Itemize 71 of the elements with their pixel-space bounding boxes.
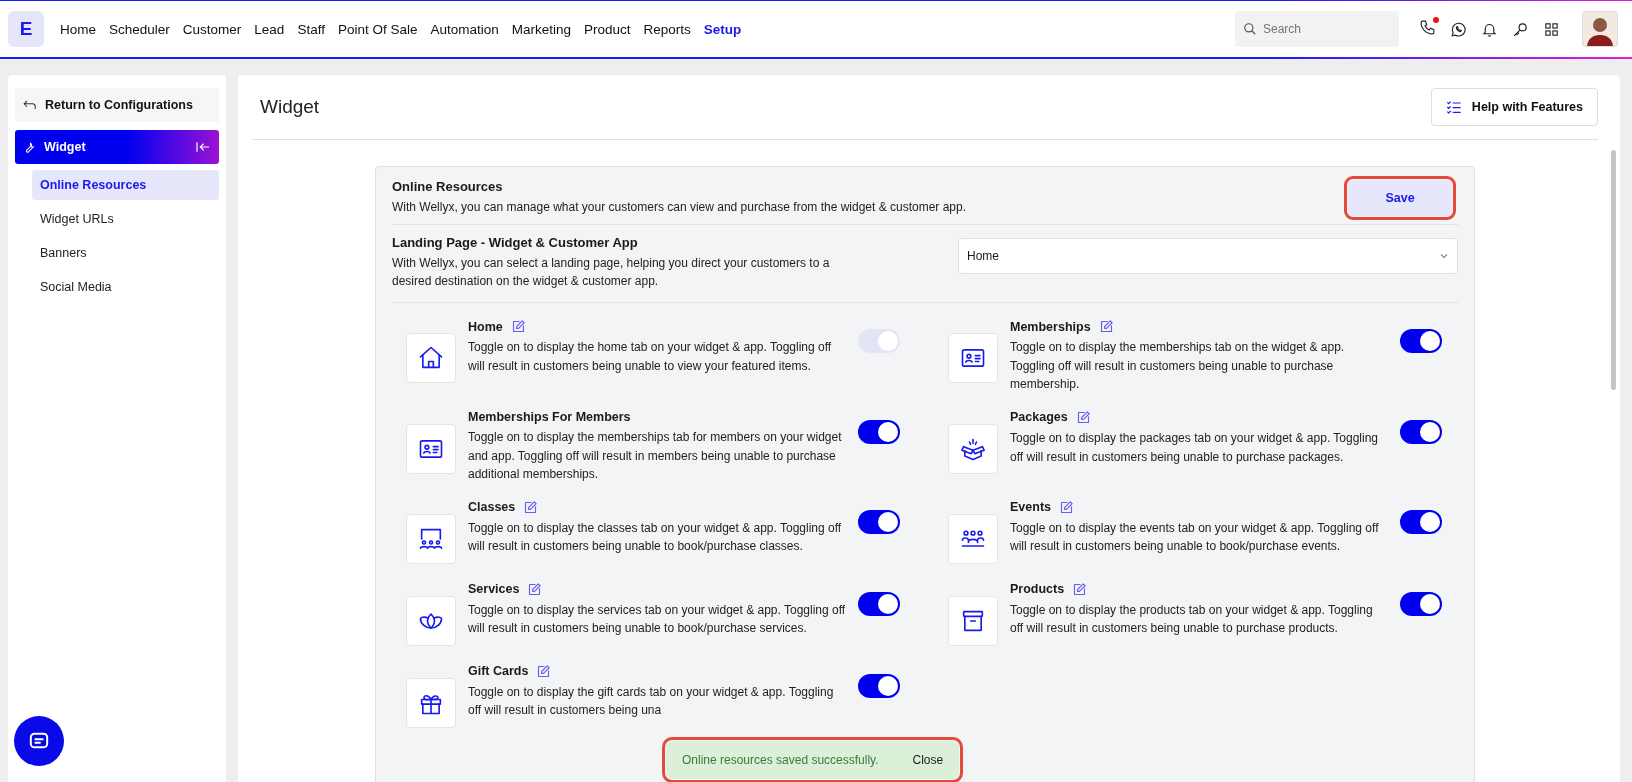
sidebar-item[interactable]: Online Resources [32,170,219,200]
chat-bubble-icon[interactable] [1450,20,1467,38]
app-logo[interactable]: E [8,11,44,47]
section-title: Widget [44,140,87,154]
landing-page-dropdown[interactable]: Home [958,238,1458,275]
checklist-icon [1445,100,1462,114]
resource-title: Memberships For Members [468,409,631,424]
nav-item[interactable]: Staff [297,21,325,37]
edit-icon[interactable] [1059,499,1074,515]
edit-icon[interactable] [527,581,543,597]
return-button[interactable]: Return to Configurations [15,88,219,122]
card-title: Online Resources [392,179,504,194]
nav-item[interactable]: Setup [703,21,742,37]
nav-item[interactable]: Lead [254,21,285,37]
sidebar-item[interactable]: Social Media [32,272,219,302]
resource-description: Toggle on to display the memberships tab for members on your widget and app. Toggling off will result in members being unable to purchase additional memberships. [468,428,843,484]
edit-icon[interactable] [536,663,552,679]
collapse-icon[interactable] [195,140,211,154]
setting-description: With Wellyx, you can select a landing page, helping you direct your customers to a desired destination on the widget & customer app. [392,255,831,290]
avatar[interactable] [1582,11,1618,47]
nav-item[interactable]: Point Of Sale [337,21,418,37]
page-title: Widget [260,96,320,118]
search-field[interactable]: Search [1235,11,1399,47]
sidebar-item[interactable]: Banners [32,238,219,268]
close-button[interactable]: Close [912,753,944,767]
card-description: With Wellyx, you can manage what your customers can view and purchase from the widget & customer app. [392,199,967,216]
toggle-switch[interactable] [1400,591,1442,616]
setting-title: Landing Page - Widget & Customer App [392,235,639,251]
nav-item[interactable]: Home [60,21,96,37]
edit-icon[interactable] [1098,319,1114,335]
toggle-switch[interactable] [858,673,900,698]
resource-description: Toggle on to display the events tab on your widget & app. Toggling off will result in customers being unable to book/purchase events. [1010,519,1380,556]
help-button[interactable]: Help with Features [1430,88,1598,126]
toggle-switch[interactable] [858,509,900,534]
grid-icon[interactable] [1543,20,1560,38]
nav-item[interactable]: Automation [430,21,499,37]
resource-description: Toggle on to display the home tab on your widget & app. Toggling off will result in customers being unable to view your featured items. [468,339,833,375]
return-arrow-icon [23,99,37,111]
toggle-switch[interactable] [1400,509,1442,534]
resource-title: Gift Cards [468,664,529,679]
key-icon[interactable] [1512,20,1529,38]
section-header[interactable]: Widget [15,130,219,164]
sidebar-item[interactable]: Widget URLs [32,204,219,234]
nav-item[interactable]: Customer [182,21,242,37]
toggle-switch[interactable] [858,419,900,444]
resource-description: Toggle on to display the classes tab on your widget & app. Toggling off will result in customers being unable to book/purchase classes. [468,519,843,556]
wrench-icon [23,140,36,154]
toggle-switch[interactable] [1400,329,1442,354]
edit-icon[interactable] [1072,581,1088,597]
toast-message: Online resources saved successfully. [682,753,879,767]
nav-item[interactable]: Product [584,21,631,37]
chat-icon [28,731,50,751]
edit-icon[interactable] [523,499,539,515]
nav-item[interactable]: Marketing [511,21,572,37]
resource-title: Home [468,319,503,334]
nav-item[interactable]: Reports [643,21,691,37]
resource-description: Toggle on to display the packages tab on your widget & app. Toggling off will result in customers being unable to purchase packages. [1010,429,1380,466]
resource-title: Products [1010,582,1065,597]
resource-description: Toggle on to display the products tab on your widget & app. Toggling off will result in customers being unable to purchase products. [1010,601,1374,638]
resource-title: Events [1010,500,1051,515]
nav-item[interactable]: Scheduler [109,21,170,37]
resource-title: Memberships [1010,319,1091,334]
resource-description: Toggle on to display the gift cards tab on your widget & app. Toggling off will result in customers being una [468,683,835,720]
toggle-switch[interactable] [1400,419,1442,444]
resource-title: Classes [468,500,516,515]
resource-description: Toggle on to display the services tab on your widget & app. Toggling off will result in customers being unable to book/purchase services. [468,601,846,638]
resource-title: Services [468,582,520,597]
toggle-switch[interactable] [858,591,900,616]
resource-description: Toggle on to display the memberships tab on the widget & app. Toggling off will result in customers being unable to purchase membership. [1010,339,1346,394]
resource-title: Packages [1010,410,1068,425]
edit-icon[interactable] [1075,409,1091,425]
